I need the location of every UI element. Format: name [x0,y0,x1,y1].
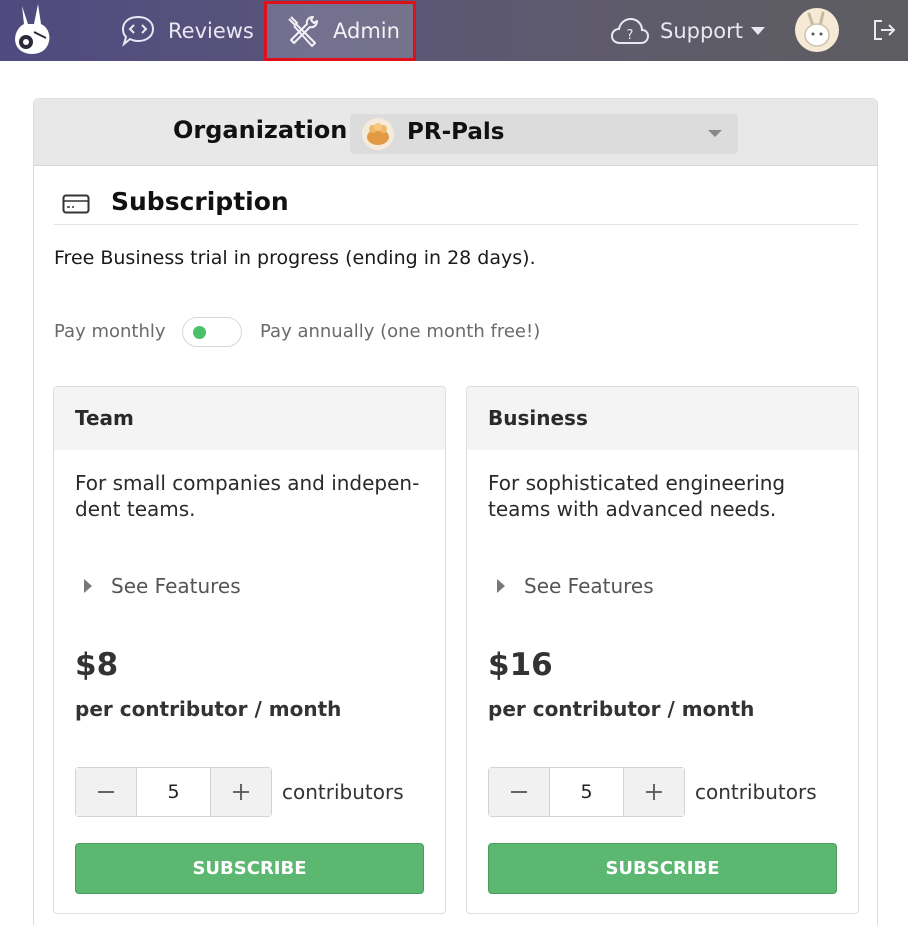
credit-card-icon [62,193,90,219]
organization-header: Organization: PR-Pals [34,99,877,166]
plan-price-unit: per contributor / month [488,697,755,721]
contributors-input[interactable] [550,768,623,816]
pay-annually-label: Pay annually (one month free!) [260,321,541,342]
plan-description: For sophisticated engineering teams with… [488,471,786,521]
tools-icon [285,13,321,49]
contributors-stepper [75,767,272,817]
plan-name: Business [488,406,588,430]
top-navigation-bar: Reviews Admin ? Support [0,0,908,61]
help-cloud-icon: ? [610,15,650,47]
organization-name: PR-Pals [407,119,505,145]
admin-panel: Organization: PR-Pals Subscription Free … [33,98,878,925]
organization-label: Organization: [173,116,357,144]
user-avatar[interactable] [795,8,839,52]
nav-admin[interactable]: Admin [264,1,416,61]
contributors-label: contributors [695,780,817,804]
nav-support-label: Support [660,18,744,43]
plus-icon [233,784,249,800]
pay-monthly-label: Pay monthly [54,321,166,342]
minus-icon [98,791,114,793]
organization-avatar [362,118,394,150]
chevron-down-icon [708,130,722,137]
chevron-down-icon [751,26,766,35]
billing-period-toggle[interactable] [182,317,242,347]
logout-icon[interactable] [872,18,898,46]
see-features-toggle[interactable]: See Features [497,574,654,598]
plan-card-team: Team For small companies and indepen-den… [53,386,446,914]
section-divider [54,224,858,225]
decrement-button[interactable] [489,768,550,816]
see-features-label: See Features [111,574,241,598]
plan-card-header: Business [467,387,858,450]
plan-price: $16 [488,647,553,683]
subscribe-button-team[interactable]: SUBSCRIBE [75,843,424,894]
nav-reviews[interactable]: Reviews [120,0,254,61]
svg-text:?: ? [627,28,634,43]
plan-card-business: Business For sophisticated engineering t… [466,386,859,914]
caret-right-icon [84,579,92,593]
see-features-toggle[interactable]: See Features [84,574,241,598]
see-features-label: See Features [524,574,654,598]
nav-admin-label: Admin [333,19,400,43]
caret-right-icon [497,579,505,593]
increment-button[interactable] [623,768,684,816]
toggle-knob [193,326,206,339]
decrement-button[interactable] [76,768,137,816]
contributors-stepper [488,767,685,817]
organization-select[interactable]: PR-Pals [350,114,738,154]
nav-support[interactable]: ? Support [610,0,766,61]
plan-description: For small companies and indepen-dent tea… [75,471,420,521]
rabbit-logo-icon[interactable] [8,2,56,58]
subscription-title: Subscription [111,187,289,216]
increment-button[interactable] [210,768,271,816]
contributors-label: contributors [282,780,404,804]
subscribe-button-business[interactable]: SUBSCRIBE [488,843,837,894]
minus-icon [511,791,527,793]
nav-reviews-label: Reviews [168,18,254,43]
code-bubble-icon [120,14,156,48]
plan-name: Team [75,406,134,430]
contributors-input[interactable] [137,768,210,816]
trial-status-text: Free Business trial in progress (ending … [54,247,536,269]
plan-price-unit: per contributor / month [75,697,342,721]
plus-icon [646,784,662,800]
plan-card-header: Team [54,387,445,450]
plan-price: $8 [75,647,119,683]
